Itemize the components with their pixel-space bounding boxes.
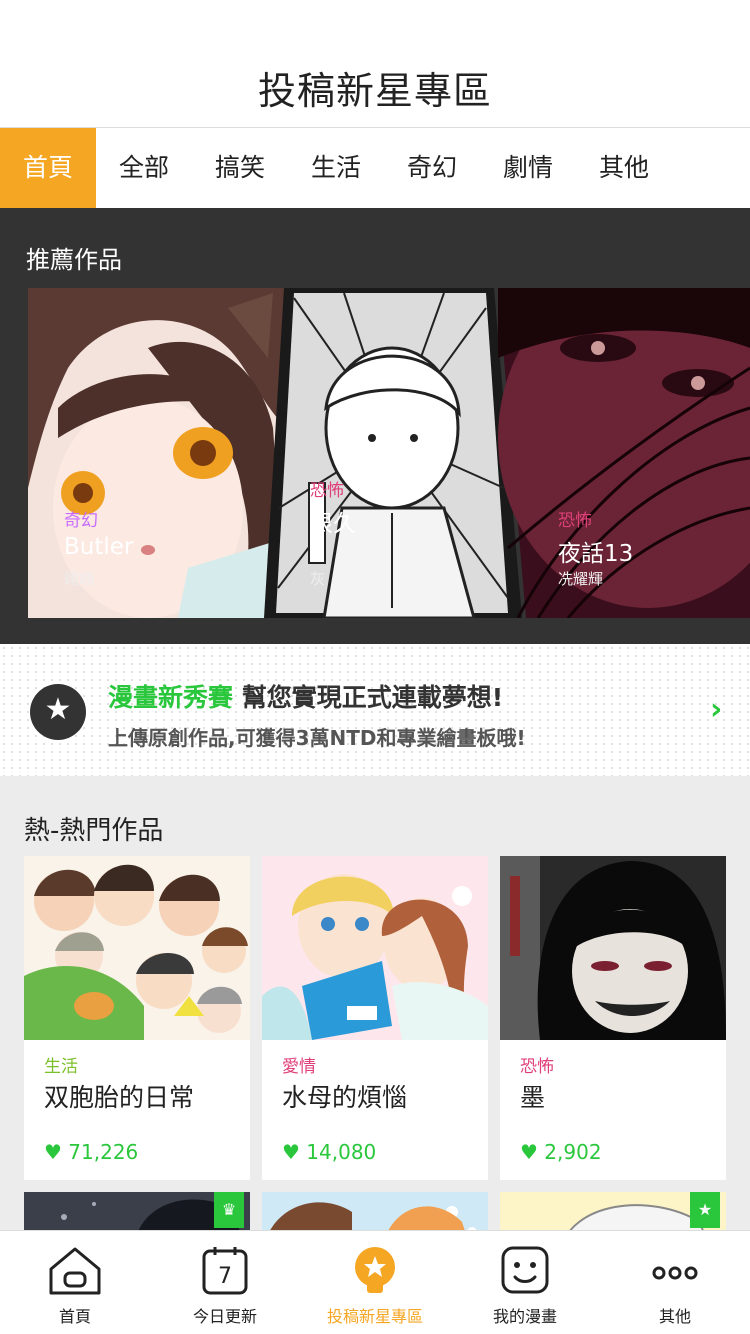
banner-subline: 上傳原創作品,可獲得3萬NTD和專業繪畫板哦! [108, 726, 526, 750]
recommend-card[interactable]: 奇幻 Butler 翊翊 [28, 288, 286, 618]
nav-new-star[interactable]: 投稿新星專區 [300, 1231, 450, 1334]
page-title: 投稿新星專區 [257, 69, 492, 113]
nav-label: 其他 [658, 1307, 691, 1326]
hot-card[interactable]: 恐怖 墨 ♥ 2,902 [500, 856, 726, 1180]
nav-my-comics[interactable]: 我的漫畫 [450, 1231, 600, 1334]
cover-image [262, 856, 488, 1040]
hot-card-likes: ♥ 2,902 [520, 1140, 602, 1164]
tab-comedy[interactable]: 搞笑 [192, 128, 288, 208]
nav-today-updates[interactable]: 7 今日更新 [150, 1231, 300, 1334]
hot-card[interactable]: 愛情 水母的煩惱 ♥ 14,080 [262, 856, 488, 1180]
card-author: 冼耀輝 [558, 570, 604, 588]
section-title: 推薦作品 [26, 246, 122, 274]
banner-headline: 漫畫新秀賽 幫您實現正式連載夢想! [108, 678, 503, 714]
smiley-icon [501, 1246, 549, 1294]
hot-section-title: 熱-熱門作品 [24, 816, 164, 846]
card-genre: 恐怖 [558, 511, 592, 531]
tab-home[interactable]: 首頁 [0, 128, 96, 208]
contest-banner[interactable]: ★ 漫畫新秀賽 幫您實現正式連載夢想! 上傳原創作品,可獲得3萬NTD和專業繪畫… [0, 644, 750, 776]
recommend-card[interactable]: 恐怖 很久 灰 [264, 288, 524, 618]
recommended-section: 推薦作品 奇幻 Butler 翊翊 恐怖 很久 灰 恐怖 夜話13 冼耀輝 [0, 208, 750, 644]
bottom-nav: 首頁 7 今日更新 投稿新星專區 我的漫畫 其他 [0, 1230, 750, 1334]
card-genre: 恐怖 [310, 481, 344, 501]
lightbulb-star-icon [355, 1247, 395, 1293]
hot-card-title: 双胞胎的日常 [44, 1083, 195, 1112]
hot-card-genre: 愛情 [282, 1057, 316, 1077]
hot-card-genre: 生活 [44, 1057, 78, 1077]
heart-icon: ♥ [520, 1140, 538, 1164]
tab-all[interactable]: 全部 [96, 128, 192, 208]
crown-icon: ♛ [214, 1192, 244, 1228]
hot-card-title: 水母的煩惱 [282, 1083, 408, 1112]
nav-home[interactable]: 首頁 [0, 1231, 150, 1334]
tab-life[interactable]: 生活 [288, 128, 384, 208]
nav-label: 投稿新星專區 [326, 1307, 423, 1326]
card-genre: 奇幻 [64, 511, 98, 531]
heart-icon: ♥ [44, 1140, 62, 1164]
star-icon: ★ [690, 1192, 720, 1228]
card-title: Butler [64, 534, 134, 560]
hot-card-likes: ♥ 14,080 [282, 1140, 376, 1164]
nav-label: 首頁 [58, 1307, 91, 1326]
tab-drama[interactable]: 劇情 [480, 128, 576, 208]
heart-icon: ♥ [282, 1140, 300, 1164]
top-header: 投稿新星專區 [0, 0, 750, 128]
card-title: 很久 [310, 511, 356, 537]
calendar-icon: 7 [202, 1247, 248, 1295]
cover-image [264, 288, 522, 618]
hot-card[interactable]: 生活 双胞胎的日常 ♥ 71,226 [24, 856, 250, 1180]
cover-image [498, 288, 750, 618]
banner-headline-text: 幫您實現正式連載夢想! [233, 683, 504, 712]
category-tabs: 首頁 全部 搞笑 生活 奇幻 劇情 其他 [0, 128, 750, 208]
hot-card-genre: 恐怖 [520, 1057, 554, 1077]
more-icon [652, 1266, 698, 1280]
star-icon: ★ [30, 684, 86, 740]
nav-label: 今日更新 [192, 1307, 257, 1326]
home-icon [49, 1247, 101, 1295]
card-author: 灰 [310, 570, 326, 588]
tab-other[interactable]: 其他 [576, 128, 672, 208]
likes-count: 14,080 [306, 1140, 377, 1164]
hot-card-title: 墨 [520, 1083, 546, 1112]
card-author: 翊翊 [64, 570, 95, 588]
card-title: 夜話13 [558, 541, 634, 567]
recommend-carousel[interactable]: 奇幻 Butler 翊翊 恐怖 很久 灰 恐怖 夜話13 冼耀輝 [28, 288, 750, 618]
likes-count: 2,902 [544, 1140, 602, 1164]
nav-label: 我的漫畫 [492, 1307, 557, 1326]
nav-more[interactable]: 其他 [600, 1231, 750, 1334]
cover-image [24, 856, 250, 1040]
calendar-day: 7 [218, 1264, 232, 1289]
tab-fantasy[interactable]: 奇幻 [384, 128, 480, 208]
chevron-right-icon: › [710, 692, 723, 727]
hot-card-likes: ♥ 71,226 [44, 1140, 138, 1164]
likes-count: 71,226 [68, 1140, 139, 1164]
recommend-card[interactable]: 恐怖 夜話13 冼耀輝 [498, 288, 750, 618]
banner-highlight: 漫畫新秀賽 [108, 683, 234, 712]
cover-image [500, 856, 726, 1040]
